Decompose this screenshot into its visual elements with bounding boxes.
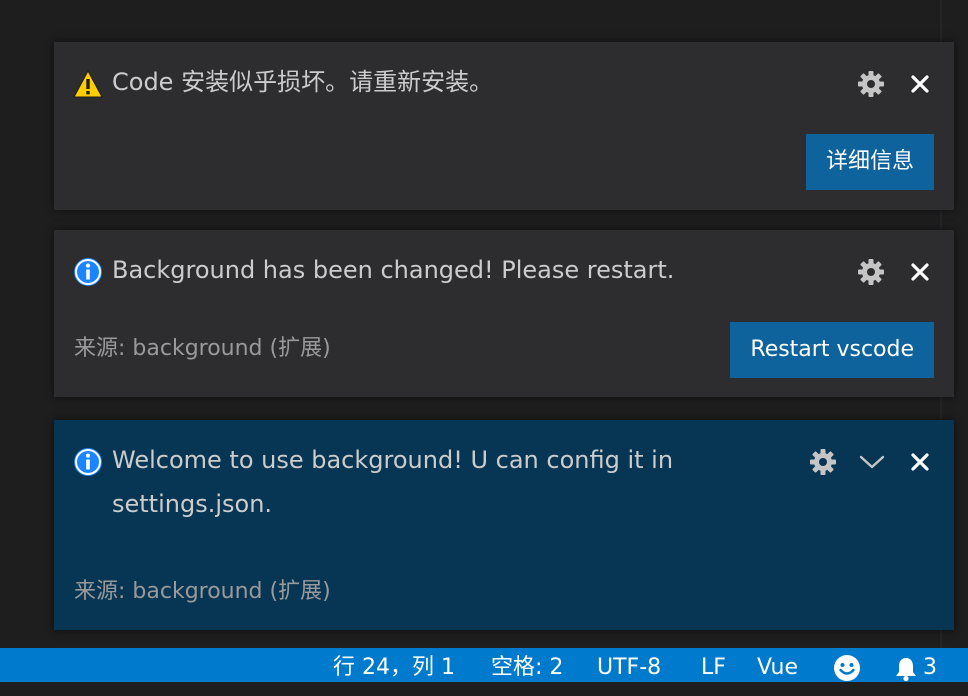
details-button[interactable]: 详细信息 xyxy=(805,134,934,190)
notification-source: 来源: background (扩展) xyxy=(74,579,331,604)
statusbar-notifications-button[interactable]: 3 xyxy=(893,648,953,682)
statusbar-cursor-position[interactable]: 行 24，列 1 xyxy=(333,648,455,682)
close-icon xyxy=(911,453,929,471)
notification-message: Welcome to use background! U can config … xyxy=(112,446,674,518)
statusbar-indentation[interactable]: 空格: 2 xyxy=(491,648,563,682)
close-icon xyxy=(911,263,929,281)
notification-toast-background-changed: Background has been changed! Please rest… xyxy=(54,230,954,397)
notification-source: 来源: background (扩展) xyxy=(74,336,331,361)
gear-icon xyxy=(810,449,836,475)
status-bar: 行 24，列 1 空格: 2 UTF-8 LF Vue 3 xyxy=(0,648,968,682)
chevron-down-icon xyxy=(859,455,885,469)
statusbar-eol[interactable]: LF xyxy=(701,648,726,682)
notification-settings-button[interactable] xyxy=(855,256,887,288)
notification-toast-corrupt-install: Code 安装似乎损坏。请重新安装。 详细信息 xyxy=(54,42,954,210)
smiley-icon xyxy=(834,655,860,681)
warning-icon xyxy=(73,69,103,99)
restart-vscode-button[interactable]: Restart vscode xyxy=(730,322,934,378)
notification-settings-button[interactable] xyxy=(807,446,839,478)
notification-message: Background has been changed! Please rest… xyxy=(112,256,675,284)
notification-close-button[interactable] xyxy=(904,446,936,478)
close-icon xyxy=(911,75,929,93)
info-icon xyxy=(73,257,103,287)
feedback-button[interactable] xyxy=(833,654,861,682)
notification-toast-welcome: Welcome to use background! U can config … xyxy=(54,420,954,630)
notification-message: Code 安装似乎损坏。请重新安装。 xyxy=(112,68,494,96)
notification-settings-button[interactable] xyxy=(855,68,887,100)
notification-close-button[interactable] xyxy=(904,256,936,288)
statusbar-encoding[interactable]: UTF-8 xyxy=(597,648,661,682)
notification-expand-button[interactable] xyxy=(856,446,888,478)
notification-count: 3 xyxy=(923,655,937,680)
info-icon xyxy=(73,447,103,477)
gear-icon xyxy=(858,259,884,285)
bell-icon xyxy=(896,658,916,682)
notification-close-button[interactable] xyxy=(904,68,936,100)
gear-icon xyxy=(858,71,884,97)
statusbar-language-mode[interactable]: Vue xyxy=(757,648,798,682)
